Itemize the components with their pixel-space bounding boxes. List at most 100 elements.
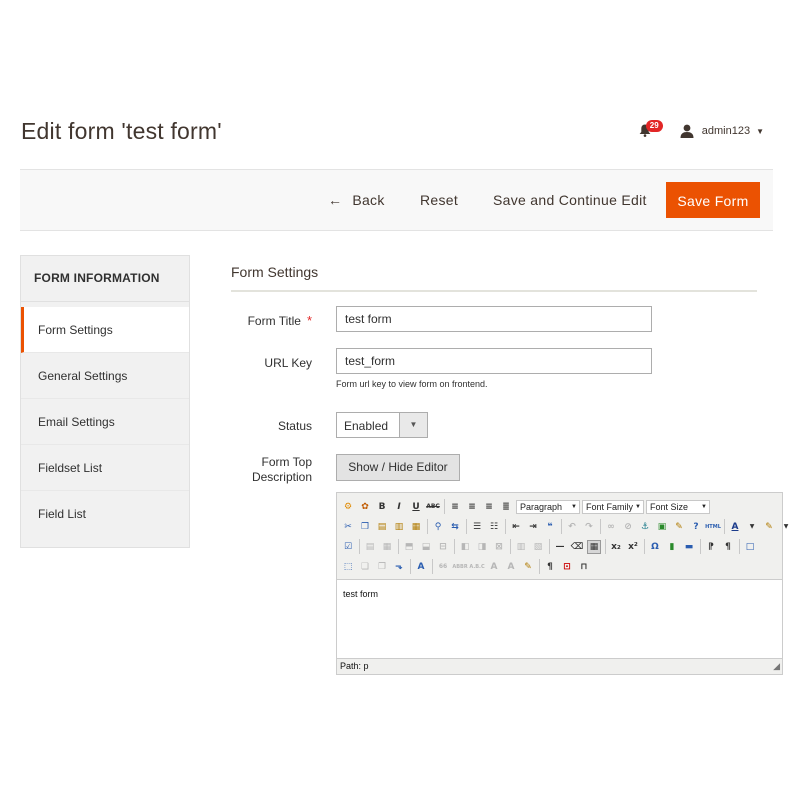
horizontal-rule-icon[interactable]: — xyxy=(553,540,567,554)
section-title: Form Settings xyxy=(231,264,319,280)
find-icon[interactable]: ⚲ xyxy=(431,520,445,534)
redo-icon[interactable]: ↷ xyxy=(582,520,596,534)
resize-handle-icon[interactable]: ◢ xyxy=(773,661,780,672)
toolbar-separator xyxy=(549,539,550,554)
insertion-icon[interactable]: A xyxy=(504,560,518,574)
cut-icon[interactable]: ✂ xyxy=(341,520,355,534)
italic-icon[interactable]: I xyxy=(392,500,406,514)
remove-format-icon[interactable]: ⌫ xyxy=(570,540,584,554)
variable-icon[interactable]: ✿ xyxy=(358,500,372,514)
toolbar-separator xyxy=(700,539,701,554)
col-before-icon[interactable]: ◧ xyxy=(458,540,472,554)
page-break-icon[interactable]: ⊓ xyxy=(577,560,591,574)
widget-icon[interactable]: ⚙ xyxy=(341,500,355,514)
superscript-icon[interactable]: x² xyxy=(626,540,640,554)
chevron-down-icon: ▼ xyxy=(571,503,577,510)
deletion-icon[interactable]: A xyxy=(487,560,501,574)
non-breaking-icon[interactable]: ⊡ xyxy=(560,560,574,574)
save-form-button[interactable]: Save Form xyxy=(666,182,760,218)
toolbar-separator xyxy=(432,559,433,574)
toolbar-separator xyxy=(561,519,562,534)
user-icon xyxy=(680,124,694,138)
abbreviation-icon[interactable]: ABBR xyxy=(452,560,467,574)
cite-icon[interactable]: 66 xyxy=(436,560,450,574)
align-left-icon[interactable]: ≡ xyxy=(448,500,462,514)
insert-layer-icon[interactable]: ⬚ xyxy=(341,560,355,574)
blockquote-icon[interactable]: ❝ xyxy=(543,520,557,534)
help-icon[interactable]: ? xyxy=(689,520,703,534)
reset-button[interactable]: Reset xyxy=(420,182,458,218)
split-cells-icon[interactable]: ▥ xyxy=(514,540,528,554)
delete-row-icon[interactable]: ⊟ xyxy=(436,540,450,554)
notifications-button[interactable]: 29 xyxy=(638,120,663,141)
form-title-input[interactable] xyxy=(336,306,652,332)
text-color-icon[interactable]: A xyxy=(728,520,742,534)
row-after-icon[interactable]: ⬓ xyxy=(419,540,433,554)
ltr-icon[interactable]: ⁋ xyxy=(704,540,718,554)
rtl-icon[interactable]: ¶ xyxy=(721,540,735,554)
chevron-down-icon[interactable]: ▼ xyxy=(779,520,793,534)
indent-icon[interactable]: ⇥ xyxy=(526,520,540,534)
undo-icon[interactable]: ↶ xyxy=(565,520,579,534)
outdent-icon[interactable]: ⇤ xyxy=(509,520,523,534)
copy-icon[interactable]: ❐ xyxy=(358,520,372,534)
merge-cells-icon[interactable]: ▧ xyxy=(531,540,545,554)
highlight-color-icon[interactable]: ✎ xyxy=(762,520,776,534)
editor-content-area[interactable]: test form xyxy=(337,579,782,659)
style-props-icon[interactable]: A xyxy=(414,560,428,574)
cell-props-icon[interactable]: ▦ xyxy=(380,540,394,554)
visual-aid-icon[interactable]: ▦ xyxy=(587,539,601,554)
link-icon[interactable]: ∞ xyxy=(604,520,618,534)
show-hide-editor-button[interactable]: Show / Hide Editor xyxy=(336,454,460,481)
paste-word-icon[interactable]: ▦ xyxy=(409,520,423,534)
url-key-note: Form url key to view form on frontend. xyxy=(336,379,488,389)
delete-col-icon[interactable]: ⊠ xyxy=(492,540,506,554)
acronym-icon[interactable]: A.B.C xyxy=(469,560,484,574)
toolbar-separator xyxy=(600,519,601,534)
subscript-icon[interactable]: x₂ xyxy=(609,540,623,554)
unlink-icon[interactable]: ⊘ xyxy=(621,520,635,534)
move-backward-icon[interactable]: ❐ xyxy=(375,560,389,574)
font-size-select[interactable]: Font Size ▼ xyxy=(646,499,710,514)
move-forward-icon[interactable]: ❏ xyxy=(358,560,372,574)
editor-toolbar-row-1: ⚙ ✿ B I U ABC ≡ ≡ ≡ ≣ Paragraph ▼ Font Fa… xyxy=(341,497,712,516)
toolbar-separator xyxy=(466,519,467,534)
font-family-select[interactable]: Font Family ▼ xyxy=(582,499,644,514)
numbered-list-icon[interactable]: ☷ xyxy=(487,520,501,534)
user-menu[interactable]: admin123 ▼ xyxy=(680,124,764,138)
row-before-icon[interactable]: ⬒ xyxy=(402,540,416,554)
paste-text-icon[interactable]: ▥ xyxy=(392,520,406,534)
absolute-icon[interactable]: ⬎ xyxy=(392,560,406,574)
attributes-icon[interactable]: ✎ xyxy=(521,560,535,574)
table-insert-icon[interactable]: ☑ xyxy=(341,540,355,554)
replace-icon[interactable]: ⇆ xyxy=(448,520,462,534)
sidebar-title: FORM INFORMATION xyxy=(21,256,189,302)
cleanup-icon[interactable]: ✎ xyxy=(672,520,686,534)
media-icon[interactable]: ▮ xyxy=(665,540,679,554)
special-char-icon[interactable]: Ω xyxy=(648,540,662,554)
status-select[interactable]: Enabled ▼ xyxy=(336,412,428,438)
strikethrough-icon[interactable]: ABC xyxy=(426,500,440,514)
back-button[interactable]: ← Back xyxy=(328,182,385,218)
paste-icon[interactable]: ▤ xyxy=(375,520,389,534)
row-props-icon[interactable]: ▤ xyxy=(363,540,377,554)
bold-icon[interactable]: B xyxy=(375,500,389,514)
url-key-input[interactable] xyxy=(336,348,652,374)
image-icon[interactable]: ▣ xyxy=(655,520,669,534)
align-justify-icon[interactable]: ≣ xyxy=(499,500,513,514)
sidebar-item-field-list[interactable]: Field List xyxy=(21,491,189,537)
anchor-icon[interactable]: ⚓ xyxy=(638,520,652,534)
underline-icon[interactable]: U xyxy=(409,500,423,514)
bullet-list-icon[interactable]: ☰ xyxy=(470,520,484,534)
align-center-icon[interactable]: ≡ xyxy=(465,500,479,514)
col-after-icon[interactable]: ◨ xyxy=(475,540,489,554)
html-source-icon[interactable]: HTML xyxy=(705,520,721,534)
advanced-hr-icon[interactable]: ▬ xyxy=(682,540,696,554)
toolbar-separator xyxy=(644,539,645,554)
chevron-down-icon[interactable]: ▼ xyxy=(745,520,759,534)
fullscreen-icon[interactable]: □ xyxy=(743,540,757,554)
show-blocks-icon[interactable]: ¶ xyxy=(543,560,557,574)
save-and-continue-button[interactable]: Save and Continue Edit xyxy=(493,182,647,218)
align-right-icon[interactable]: ≡ xyxy=(482,500,496,514)
format-select[interactable]: Paragraph ▼ xyxy=(516,499,580,514)
